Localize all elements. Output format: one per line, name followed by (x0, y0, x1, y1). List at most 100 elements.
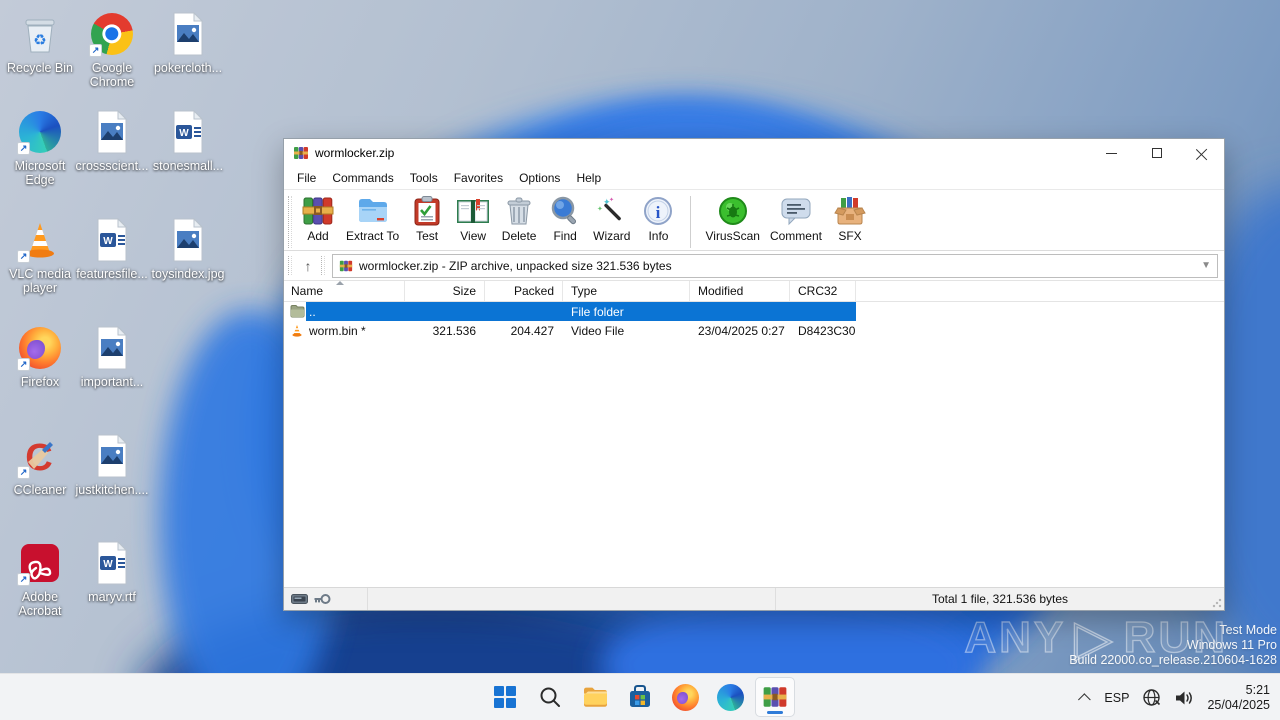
desktop-icon-pokercloth[interactable]: pokercloth... (150, 10, 226, 75)
desktop-icon-justkitchen[interactable]: justkitchen.... (74, 432, 150, 497)
address-bar: ↑ wormlocker.zip - ZIP archive, unpacked… (284, 251, 1224, 281)
column-header-packed[interactable]: Packed (485, 281, 563, 301)
wizard-button[interactable]: ✦ ✦ . ✦ Wizard (588, 194, 635, 244)
test-button[interactable]: Test (404, 194, 450, 244)
column-header-size[interactable]: Size (405, 281, 485, 301)
desktop-icon-maryv[interactable]: W maryv.rtf (74, 539, 150, 604)
desktop-icon-microsoft-edge[interactable]: ↗ Microsoft Edge (2, 108, 78, 187)
volume-icon[interactable] (1174, 689, 1194, 707)
svg-text:♻: ♻ (33, 32, 46, 49)
shortcut-arrow-icon: ↗ (17, 358, 30, 371)
resize-grip[interactable] (1212, 598, 1222, 608)
desktop-icon-label: Firefox (20, 375, 60, 389)
file-name: worm.bin * (309, 323, 366, 338)
toolbar-label: View (460, 229, 487, 243)
svg-text:i: i (656, 203, 661, 222)
sfx-button[interactable]: SFX (827, 194, 873, 244)
status-message-area (368, 588, 776, 610)
close-button[interactable] (1179, 139, 1224, 167)
extract-to-button[interactable]: Extract To (341, 194, 404, 244)
virusscan-button[interactable]: VirusScan (700, 194, 764, 244)
menu-file[interactable]: File (289, 169, 324, 187)
winrar-taskbar-button[interactable] (755, 677, 795, 717)
view-button[interactable]: View (450, 194, 496, 244)
edge-taskbar-button[interactable] (710, 677, 750, 717)
file-explorer-button[interactable] (575, 677, 615, 717)
archive-path-combobox[interactable]: wormlocker.zip - ZIP archive, unpacked s… (332, 253, 1218, 278)
key-status-icon[interactable] (314, 593, 331, 605)
menu-help[interactable]: Help (568, 169, 609, 187)
up-directory-button[interactable]: ↑ (295, 255, 321, 277)
desktop-icon-ccleaner[interactable]: C ↗ CCleaner (2, 432, 78, 497)
column-header-crc32[interactable]: CRC32 (790, 281, 856, 301)
store-button[interactable] (620, 677, 660, 717)
find-button[interactable]: Find (542, 194, 588, 244)
status-total: Total 1 file, 321.536 bytes (931, 592, 1069, 606)
desktop-icon-label: pokercloth... (153, 61, 223, 75)
svg-text:W: W (103, 559, 113, 570)
svg-text:✦: ✦ (597, 205, 603, 213)
desktop-icon-label: stonesmall... (152, 159, 224, 173)
folder-up-icon (290, 305, 305, 318)
firefox-taskbar-button[interactable] (665, 677, 705, 717)
drive-status-icon[interactable] (291, 593, 308, 605)
comment-button[interactable]: Comment (765, 194, 827, 244)
watermark-line: Test Mode (1219, 623, 1277, 637)
svg-text:W: W (179, 128, 189, 139)
column-header-modified[interactable]: Modified (690, 281, 790, 301)
image-file-icon (97, 326, 128, 370)
file-row-parent-dir[interactable]: .. File folder (284, 302, 1224, 321)
info-button[interactable]: i Info (635, 194, 681, 244)
desktop-icon-firefox[interactable]: ↗ Firefox (2, 324, 78, 389)
toolbar-separator (690, 196, 692, 248)
search-button[interactable] (530, 677, 570, 717)
file-size: 321.536 (432, 323, 476, 338)
desktop-icon-important[interactable]: important... (74, 324, 150, 389)
microsoft-store-icon (630, 685, 650, 707)
file-row-worm-bin[interactable]: worm.bin * 321.536 204.427 Video File 23… (284, 321, 1224, 340)
desktop-icon-vlc[interactable]: ↗ VLC media player (2, 216, 78, 295)
add-button[interactable]: Add (295, 194, 341, 244)
desktop-icon-toysindex[interactable]: toysindex.jpg (150, 216, 226, 281)
desktop-icon-label: crossscient... (75, 159, 149, 173)
hidden-icons-button[interactable] (1078, 693, 1092, 706)
word-file-icon: W (97, 541, 128, 585)
toolbar-label: Wizard (593, 229, 631, 243)
delete-button[interactable]: Delete (496, 194, 542, 244)
menu-options[interactable]: Options (511, 169, 568, 187)
toolbar-label: Extract To (346, 229, 400, 243)
file-packed: 204.427 (510, 323, 554, 338)
file-type: File folder (571, 304, 624, 319)
network-globe-icon[interactable] (1142, 688, 1161, 707)
desktop-icon-label: VLC media player (9, 267, 71, 295)
taskbar-clock[interactable]: 5:21 25/04/2025 (1207, 683, 1270, 713)
file-name: .. (309, 304, 316, 319)
minimize-button[interactable] (1089, 139, 1134, 167)
address-gripper (321, 256, 325, 275)
desktop-icon-recycle-bin[interactable]: ♻ Recycle Bin (2, 10, 78, 75)
language-indicator[interactable]: ESP (1104, 691, 1129, 705)
menu-commands[interactable]: Commands (324, 169, 401, 187)
toolbar: Add Extract To Test View Delete Find ✦ ✦… (284, 190, 1224, 251)
column-header-name[interactable]: Name (284, 281, 405, 301)
wizard-wand-icon: ✦ ✦ . ✦ (597, 197, 621, 221)
file-list-header: Name Size Packed Type Modified CRC32 (284, 281, 1224, 302)
column-header-type[interactable]: Type (563, 281, 690, 301)
desktop-icon-stonesmall[interactable]: W stonesmall... (150, 108, 226, 173)
watermark-line: Build 22000.co_release.210604-1628 (1069, 653, 1277, 667)
menu-tools[interactable]: Tools (402, 169, 446, 187)
desktop-icon-crossscient[interactable]: crossscient... (74, 108, 150, 173)
shortcut-arrow-icon: ↗ (17, 466, 30, 479)
file-list: .. File folder worm.bin * 321.536 204.42… (284, 302, 1224, 587)
title-bar[interactable]: wormlocker.zip (284, 139, 1224, 167)
desktop-icon-adobe-acrobat[interactable]: ↗ Adobe Acrobat (2, 539, 78, 618)
start-button[interactable] (485, 677, 525, 717)
toolbar-label: Delete (501, 229, 537, 243)
desktop-icon-google-chrome[interactable]: ↗ Google Chrome (74, 10, 150, 89)
recycle-bin-icon: ♻ (25, 19, 55, 53)
chevron-down-icon[interactable]: ▼ (1201, 260, 1211, 271)
edge-icon (716, 683, 744, 711)
menu-favorites[interactable]: Favorites (446, 169, 511, 187)
maximize-button[interactable] (1134, 139, 1179, 167)
desktop-icon-featuresfile[interactable]: W featuresfile... (74, 216, 150, 281)
